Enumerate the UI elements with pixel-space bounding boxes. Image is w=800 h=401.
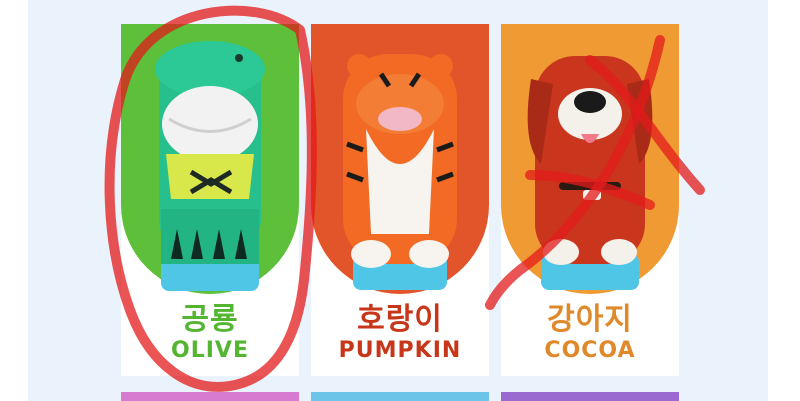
- product-name-english: COCOA: [544, 338, 636, 363]
- product-card-cocoa[interactable]: 강아지 COCOA: [501, 24, 679, 376]
- next-row-card-top: [121, 392, 299, 401]
- next-row-card-top: [501, 392, 679, 401]
- product-name-english: OLIVE: [171, 338, 249, 363]
- dinosaur-figure-icon: [155, 41, 265, 291]
- product-name-korean: 공룡: [181, 302, 239, 337]
- product-name-korean: 호랑이: [357, 302, 443, 337]
- product-card-pumpkin[interactable]: 호랑이 PUMPKIN: [311, 24, 489, 376]
- next-row-card-top: [311, 392, 489, 401]
- product-card-olive[interactable]: 공룡 OLIVE: [121, 24, 299, 376]
- product-name-korean: 강아지: [547, 302, 633, 337]
- dog-figure-icon: [527, 56, 653, 290]
- tiger-figure-icon: [343, 54, 457, 290]
- product-name-english: PUMPKIN: [338, 338, 462, 363]
